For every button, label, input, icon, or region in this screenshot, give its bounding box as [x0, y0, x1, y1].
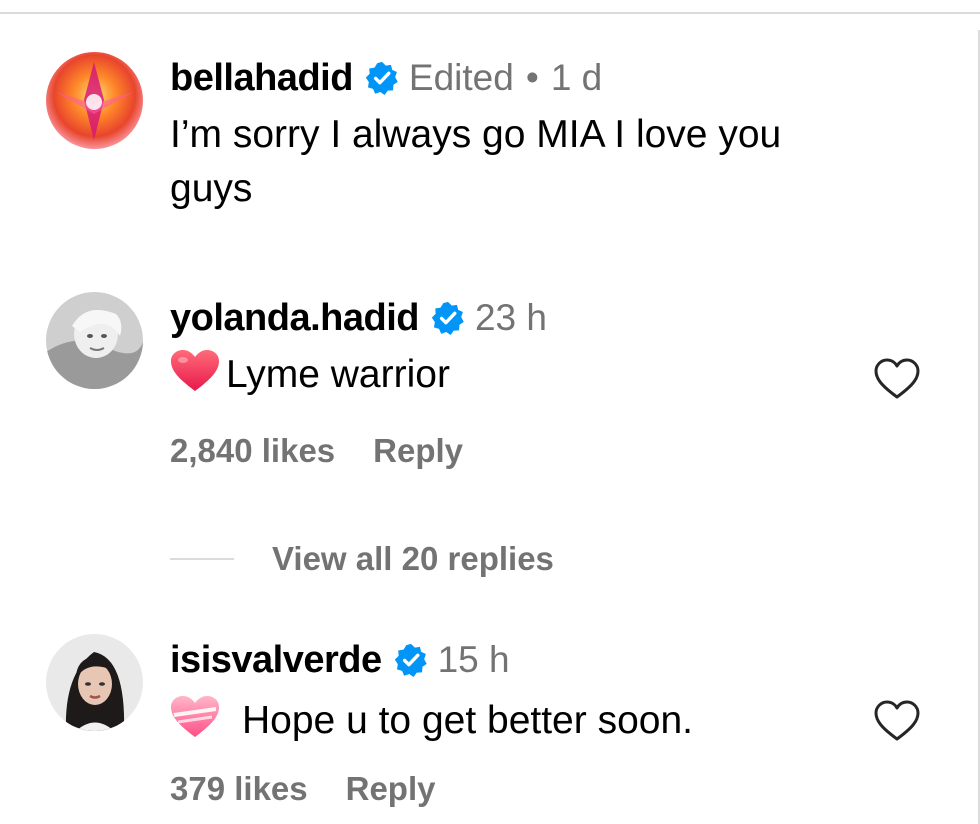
- comment-text: Hope u to get better soon.: [242, 699, 693, 742]
- reply-button[interactable]: Reply: [373, 432, 463, 470]
- comment-actions: 379 likes Reply: [170, 770, 870, 808]
- comment-actions: 2,840 likes Reply: [170, 432, 870, 470]
- comment-text-row: Lyme warrior: [170, 348, 870, 402]
- comment-body: isisvalverde 15 h Hope u to get better s…: [170, 634, 870, 808]
- reply-button[interactable]: Reply: [346, 770, 436, 808]
- replies-divider-line: [170, 558, 234, 560]
- avatar-yolanda-hadid[interactable]: [46, 292, 143, 389]
- username[interactable]: isisvalverde: [170, 639, 382, 682]
- like-heart-icon[interactable]: [874, 700, 920, 742]
- like-heart-icon[interactable]: [874, 358, 920, 400]
- edited-label: Edited: [408, 57, 514, 98]
- timestamp[interactable]: 15 h: [438, 639, 510, 681]
- username[interactable]: bellahadid: [170, 57, 353, 100]
- top-divider: [0, 12, 980, 14]
- comment-body: yolanda.hadid 23 h Lyme warrior 2,840 li…: [170, 292, 870, 470]
- comment-text: Lyme warrior: [226, 353, 450, 396]
- comment-text-row: Hope u to get better soon.: [170, 694, 870, 748]
- avatar-bellahadid[interactable]: [46, 52, 143, 149]
- pink-heart-emoji-icon: [171, 696, 219, 737]
- verified-badge-icon: [431, 301, 464, 335]
- likes-count[interactable]: 379 likes: [170, 770, 308, 808]
- comment-header: bellahadid Edited • 1 d: [170, 52, 870, 104]
- separator-dot: •: [525, 57, 539, 98]
- timestamp[interactable]: 1 d: [551, 57, 602, 99]
- timestamp[interactable]: 23 h: [475, 297, 547, 339]
- red-heart-emoji-icon: [171, 350, 219, 391]
- verified-badge-icon: [394, 643, 427, 677]
- view-replies-label[interactable]: View all 20 replies: [272, 540, 554, 578]
- comment-header: isisvalverde 15 h: [170, 634, 870, 686]
- username[interactable]: yolanda.hadid: [170, 297, 419, 340]
- comment-header: yolanda.hadid 23 h: [170, 292, 870, 344]
- avatar-isisvalverde[interactable]: [46, 634, 143, 731]
- verified-badge-icon: [365, 61, 398, 95]
- comment-text: I’m sorry I always go MIA I love you guy…: [170, 113, 782, 210]
- comment-body: bellahadid Edited • 1 d I’m sorry I alwa…: [170, 52, 870, 216]
- view-replies[interactable]: View all 20 replies: [170, 535, 554, 583]
- likes-count[interactable]: 2,840 likes: [170, 432, 335, 470]
